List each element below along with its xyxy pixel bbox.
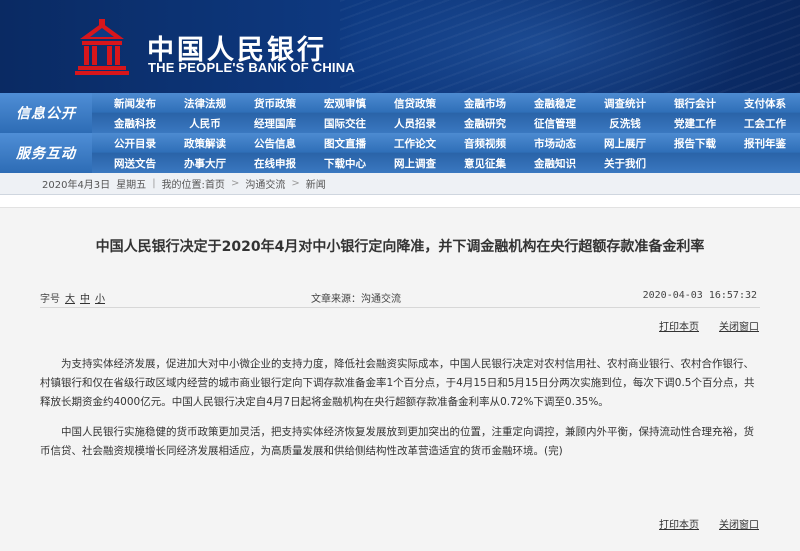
nav-item[interactable]: 关于我们 (590, 153, 660, 173)
nav-grid: 公开目录 政策解读 公告信息 图文直播 工作论文 音频视频 市场动态 网上展厅 … (100, 133, 800, 173)
breadcrumb-comm-link[interactable]: 沟通交流 (245, 176, 285, 191)
nav-item[interactable]: 工会工作 (730, 113, 800, 133)
article-meta: 字号大中小 文章来源：沟通交流 2020-04-03 16:57:32 (40, 290, 760, 306)
meta-divider (40, 307, 760, 308)
nav-section-title: 信息公开 (0, 93, 92, 133)
site-banner: 中国人民银行 THE PEOPLE'S BANK OF CHINA (0, 0, 800, 93)
nav-item[interactable]: 信贷政策 (380, 93, 450, 113)
nav-item[interactable]: 报告下载 (660, 133, 730, 153)
nav-item[interactable]: 政策解读 (170, 133, 240, 153)
nav-item[interactable]: 网送文告 (100, 153, 170, 173)
nav-item[interactable]: 货币政策 (240, 93, 310, 113)
nav-item[interactable]: 银行会计 (660, 93, 730, 113)
nav-item[interactable]: 党建工作 (660, 113, 730, 133)
breadcrumb-news-link[interactable]: 新闻 (306, 176, 326, 191)
font-size-medium-link[interactable]: 中 (80, 294, 90, 305)
print-page-link[interactable]: 打印本页 (659, 318, 699, 333)
nav-item[interactable]: 新闻发布 (100, 93, 170, 113)
current-date: 2020年4月3日 (42, 180, 111, 191)
nav-section-title: 服务互动 (0, 133, 92, 173)
close-window-link[interactable]: 关闭窗口 (719, 516, 759, 531)
article-source: 文章来源：沟通交流 (311, 294, 401, 305)
font-size-switcher: 字号大中小 (40, 290, 105, 305)
nav-item[interactable]: 金融研究 (450, 113, 520, 133)
article-actions-top: 打印本页 关闭窗口 (659, 318, 759, 333)
font-size-label: 字号 (40, 294, 60, 305)
breadcrumb-divider: | (152, 178, 156, 189)
nav-item[interactable]: 公告信息 (240, 133, 310, 153)
article-title: 中国人民银行决定于2020年4月对中小银行定向降准，并下调金融机构在央行超额存款… (95, 239, 705, 255)
close-window-link[interactable]: 关闭窗口 (719, 318, 759, 333)
nav-item[interactable]: 金融知识 (520, 153, 590, 173)
nav-item[interactable]: 公开目录 (100, 133, 170, 153)
article-paragraph: 为支持实体经济发展，促进加大对中小微企业的支持力度，降低社会融资实际成本，中国人… (40, 358, 755, 408)
banner-texture (340, 0, 800, 93)
font-size-small-link[interactable]: 小 (95, 294, 105, 305)
breadcrumb-separator: > (230, 178, 240, 189)
nav-section-service: 服务互动 公开目录 政策解读 公告信息 图文直播 工作论文 音频视频 市场动态 … (0, 133, 800, 173)
nav-item[interactable]: 征信管理 (520, 113, 590, 133)
nav-item[interactable]: 支付体系 (730, 93, 800, 113)
article-body: 为支持实体经济发展，促进加大对中小微企业的支持力度，降低社会融资实际成本，中国人… (40, 355, 762, 472)
nav-item[interactable]: 经理国库 (240, 113, 310, 133)
article-datetime: 2020-04-03 16:57:32 (642, 290, 757, 301)
breadcrumb-separator: > (291, 178, 300, 189)
nav-item[interactable]: 反洗钱 (590, 113, 660, 133)
nav-item[interactable]: 办事大厅 (170, 153, 240, 173)
nav-item[interactable]: 调查统计 (590, 93, 660, 113)
nav-item[interactable]: 网上调查 (380, 153, 450, 173)
nav-item[interactable]: 金融市场 (450, 93, 520, 113)
pboc-emblem-icon[interactable] (72, 17, 132, 77)
nav-item[interactable]: 报刊年鉴 (730, 133, 800, 153)
nav-item[interactable]: 意见征集 (450, 153, 520, 173)
nav-item[interactable]: 音频视频 (450, 133, 520, 153)
nav-item[interactable]: 人员招录 (380, 113, 450, 133)
print-page-link[interactable]: 打印本页 (659, 516, 699, 531)
nav-item[interactable]: 图文直播 (310, 133, 380, 153)
bank-name-en[interactable]: THE PEOPLE'S BANK OF CHINA (148, 60, 355, 75)
nav-item[interactable]: 法律法规 (170, 93, 240, 113)
nav-item[interactable]: 下载中心 (310, 153, 380, 173)
main-navigation: 信息公开 新闻发布 法律法规 货币政策 宏观审慎 信贷政策 金融市场 金融稳定 … (0, 93, 800, 173)
breadcrumb-home-link[interactable]: 首页 (205, 176, 225, 191)
nav-grid: 新闻发布 法律法规 货币政策 宏观审慎 信贷政策 金融市场 金融稳定 调查统计 … (100, 93, 800, 133)
nav-item[interactable]: 人民币 (170, 113, 240, 133)
nav-item[interactable]: 市场动态 (520, 133, 590, 153)
nav-item[interactable]: 工作论文 (380, 133, 450, 153)
breadcrumb: 2020年4月3日 星期五 | 我的位置: 首页 > 沟通交流 > 新闻 (0, 173, 800, 195)
font-size-large-link[interactable]: 大 (65, 294, 75, 305)
nav-item[interactable]: 金融稳定 (520, 93, 590, 113)
article-actions-bottom: 打印本页 关闭窗口 (659, 516, 759, 531)
nav-section-info: 信息公开 新闻发布 法律法规 货币政策 宏观审慎 信贷政策 金融市场 金融稳定 … (0, 93, 800, 133)
nav-item[interactable]: 在线申报 (240, 153, 310, 173)
article-container: 中国人民银行决定于2020年4月对中小银行定向降准，并下调金融机构在央行超额存款… (0, 207, 800, 551)
nav-item[interactable]: 国际交往 (310, 113, 380, 133)
nav-item[interactable]: 金融科技 (100, 113, 170, 133)
nav-item[interactable]: 网上展厅 (590, 133, 660, 153)
article-paragraph: 中国人民银行实施稳健的货币政策更加灵活，把支持实体经济恢复发展放到更加突出的位置… (40, 426, 754, 457)
nav-item[interactable]: 宏观审慎 (310, 93, 380, 113)
current-weekday: 星期五 (116, 180, 147, 191)
location-label: 我的位置: (161, 180, 205, 191)
